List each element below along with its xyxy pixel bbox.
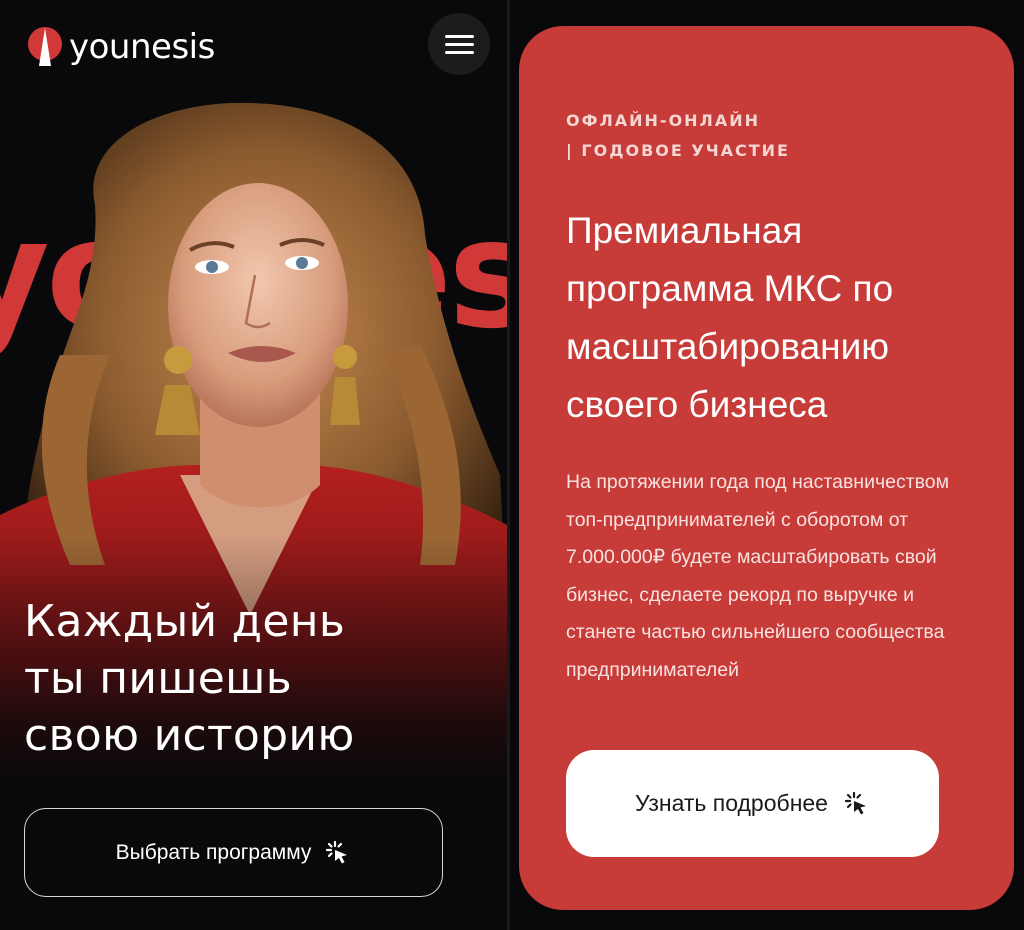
program-format-label: ОФЛАЙН-ОНЛАЙН | ГОДОВОЕ УЧАСТИЕ xyxy=(566,106,790,166)
title-line: своего бизнеса xyxy=(566,384,828,425)
logo-icon xyxy=(28,27,62,66)
program-title: Премиальная программа МКС по масштабиров… xyxy=(566,202,893,434)
eyebrow-line: | ГОДОВОЕ УЧАСТИЕ xyxy=(566,141,790,160)
description-line: На протяжении года под наставничеством xyxy=(566,471,950,493)
learn-more-label: Узнать подробнее xyxy=(635,790,828,816)
description-line: предпринимателей xyxy=(566,658,740,681)
choose-program-label: Выбрать программу xyxy=(115,840,312,864)
brand-logo[interactable]: younesis xyxy=(27,26,215,68)
hero-line: Каждый день xyxy=(24,596,346,647)
choose-program-button[interactable]: Выбрать программу xyxy=(24,808,443,897)
hamburger-icon-bar xyxy=(444,42,474,46)
menu-button[interactable] xyxy=(428,13,490,75)
hero-panel: younesis Каждый день ты пишешь свою исто… xyxy=(0,0,507,930)
learn-more-button[interactable]: Узнать подробнее xyxy=(566,750,939,857)
program-card: ОФЛАЙН-ОНЛАЙН | ГОДОВОЕ УЧАСТИЕ Премиаль… xyxy=(519,26,1014,910)
hero-line: свою историю xyxy=(24,710,355,761)
title-line: программа МКС по xyxy=(566,268,894,309)
hero-headline: Каждый день ты пишешь свою историю xyxy=(24,593,355,764)
title-line: Премиальная xyxy=(566,210,803,251)
title-line: масштабированию xyxy=(566,326,889,367)
hero-line: ты пишешь xyxy=(24,653,292,704)
brand-name: younesis xyxy=(69,27,215,67)
description-line: топ-предпринимателей с оборотом от xyxy=(566,508,909,531)
click-cursor-icon xyxy=(844,791,866,814)
eyebrow-line: ОФЛАЙН-ОНЛАЙН xyxy=(566,111,761,130)
program-description: На протяжении года под наставничеством т… xyxy=(566,464,986,689)
hamburger-icon xyxy=(444,34,474,38)
description-line: 7.000.000₽ будете масштабировать свой xyxy=(566,546,937,568)
description-line: станете частью сильнейшего сообщества xyxy=(566,621,945,643)
program-panel: ОФЛАЙН-ОНЛАЙН | ГОДОВОЕ УЧАСТИЕ Премиаль… xyxy=(510,0,1024,930)
description-line: бизнес, сделаете рекорд по выручке и xyxy=(566,583,915,606)
click-cursor-icon xyxy=(326,840,348,863)
hamburger-icon-bar xyxy=(444,50,474,54)
